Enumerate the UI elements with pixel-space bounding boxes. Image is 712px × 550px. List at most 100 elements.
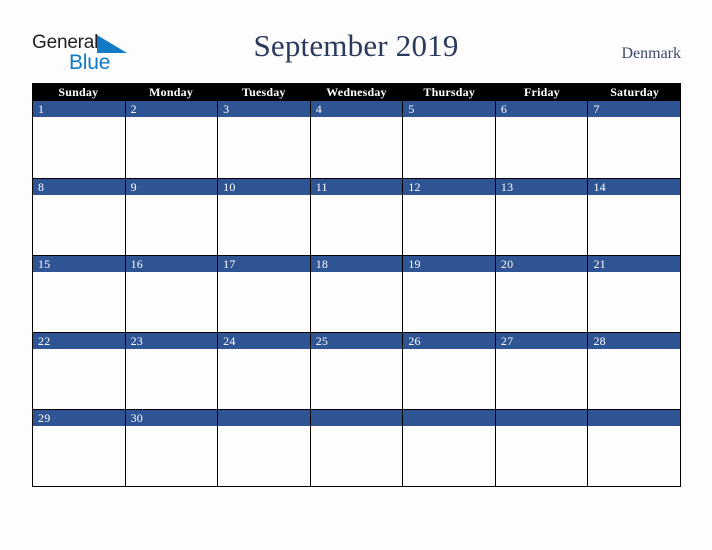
week-row: 29 30 <box>33 409 681 486</box>
day-number: 11 <box>315 180 328 194</box>
day-note-area[interactable] <box>218 426 310 486</box>
day-cell[interactable]: 11 <box>309 179 403 255</box>
day-note-area[interactable] <box>33 195 125 255</box>
day-number-band: 13 <box>495 179 588 195</box>
day-cell-empty[interactable] <box>309 410 403 486</box>
day-cell[interactable]: 4 <box>309 101 403 178</box>
day-note-area[interactable] <box>33 349 125 409</box>
day-number-band: 16 <box>125 256 218 272</box>
day-cell[interactable]: 3 <box>217 101 310 178</box>
day-number-band: 15 <box>33 256 125 272</box>
day-cell[interactable]: 23 <box>124 333 218 409</box>
day-number-band: 1 <box>33 101 125 117</box>
day-cell[interactable]: 6 <box>494 101 588 178</box>
day-note-area[interactable] <box>496 195 588 255</box>
day-cell[interactable]: 9 <box>124 179 218 255</box>
day-number-band: 9 <box>125 179 218 195</box>
day-note-area[interactable] <box>311 349 403 409</box>
day-number-band: 27 <box>495 333 588 349</box>
day-note-area[interactable] <box>126 272 218 332</box>
day-number: 16 <box>130 257 143 271</box>
day-note-area[interactable] <box>588 195 680 255</box>
weekday-header-sunday: Sunday <box>58 85 99 99</box>
day-cell[interactable]: 1 <box>33 101 125 178</box>
day-cell[interactable]: 25 <box>309 333 403 409</box>
day-note-area[interactable] <box>403 349 495 409</box>
day-number-band: 8 <box>33 179 125 195</box>
day-cell[interactable]: 17 <box>217 256 310 332</box>
day-note-area[interactable] <box>126 117 218 178</box>
day-note-area[interactable] <box>218 195 310 255</box>
day-cell[interactable]: 7 <box>587 101 681 178</box>
day-note-area[interactable] <box>33 426 125 486</box>
day-number: 13 <box>500 180 514 194</box>
day-cell[interactable]: 2 <box>124 101 218 178</box>
day-note-area[interactable] <box>403 426 495 486</box>
day-cell[interactable]: 26 <box>402 333 495 409</box>
day-cell[interactable]: 29 <box>33 410 125 486</box>
day-cell[interactable]: 14 <box>587 179 681 255</box>
day-note-area[interactable] <box>218 272 310 332</box>
day-number: 22 <box>38 334 51 348</box>
day-cell[interactable]: 21 <box>587 256 681 332</box>
day-cell[interactable]: 5 <box>402 101 495 178</box>
day-number-band: 24 <box>218 333 310 349</box>
day-cell-empty[interactable] <box>494 410 588 486</box>
day-number-band <box>218 410 310 426</box>
day-cell[interactable]: 10 <box>217 179 310 255</box>
day-note-area[interactable] <box>126 195 218 255</box>
day-note-area[interactable] <box>496 272 588 332</box>
day-note-area[interactable] <box>218 349 310 409</box>
day-note-area[interactable] <box>218 117 310 178</box>
day-cell[interactable]: 15 <box>33 256 125 332</box>
day-cell[interactable]: 20 <box>494 256 588 332</box>
day-number-band: 5 <box>403 101 495 117</box>
day-note-area[interactable] <box>311 426 403 486</box>
day-cell-empty[interactable] <box>402 410 495 486</box>
day-note-area[interactable] <box>126 349 218 409</box>
day-note-area[interactable] <box>588 426 680 486</box>
day-cell-empty[interactable] <box>587 410 681 486</box>
day-cell[interactable]: 8 <box>33 179 125 255</box>
day-cell[interactable]: 13 <box>494 179 588 255</box>
day-note-area[interactable] <box>33 117 125 178</box>
day-cell[interactable]: 22 <box>33 333 125 409</box>
day-cell[interactable]: 27 <box>494 333 588 409</box>
day-number-band: 14 <box>588 179 681 195</box>
day-number-band: 3 <box>218 101 310 117</box>
day-number-band: 19 <box>403 256 495 272</box>
day-cell-empty[interactable] <box>217 410 310 486</box>
day-note-area[interactable] <box>588 117 680 178</box>
day-note-area[interactable] <box>403 117 495 178</box>
day-cell[interactable]: 30 <box>124 410 218 486</box>
day-number: 26 <box>408 334 421 348</box>
day-cell[interactable]: 28 <box>587 333 681 409</box>
day-number: 25 <box>315 334 329 348</box>
day-note-area[interactable] <box>403 272 495 332</box>
day-number-band: 18 <box>310 256 403 272</box>
day-cell[interactable]: 16 <box>124 256 218 332</box>
day-note-area[interactable] <box>588 272 680 332</box>
day-number: 23 <box>130 334 143 348</box>
day-note-area[interactable] <box>496 117 588 178</box>
day-note-area[interactable] <box>496 349 588 409</box>
weekday-header-monday: Monday <box>149 85 194 99</box>
day-number: 27 <box>500 334 514 348</box>
day-cell[interactable]: 12 <box>402 179 495 255</box>
day-cell[interactable]: 24 <box>217 333 310 409</box>
day-number: 28 <box>593 334 606 348</box>
day-note-area[interactable] <box>33 272 125 332</box>
day-number-band: 26 <box>403 333 495 349</box>
day-note-area[interactable] <box>126 426 218 486</box>
day-cell[interactable]: 18 <box>309 256 403 332</box>
day-note-area[interactable] <box>496 426 588 486</box>
day-cell[interactable]: 19 <box>402 256 495 332</box>
weekday-header-thursday: Thursday <box>423 85 476 99</box>
day-note-area[interactable] <box>311 272 403 332</box>
day-note-area[interactable] <box>403 195 495 255</box>
day-note-area[interactable] <box>311 195 403 255</box>
day-number: 12 <box>408 180 421 194</box>
page-title: September 2019 <box>253 28 459 63</box>
day-note-area[interactable] <box>311 117 403 178</box>
day-note-area[interactable] <box>588 349 680 409</box>
